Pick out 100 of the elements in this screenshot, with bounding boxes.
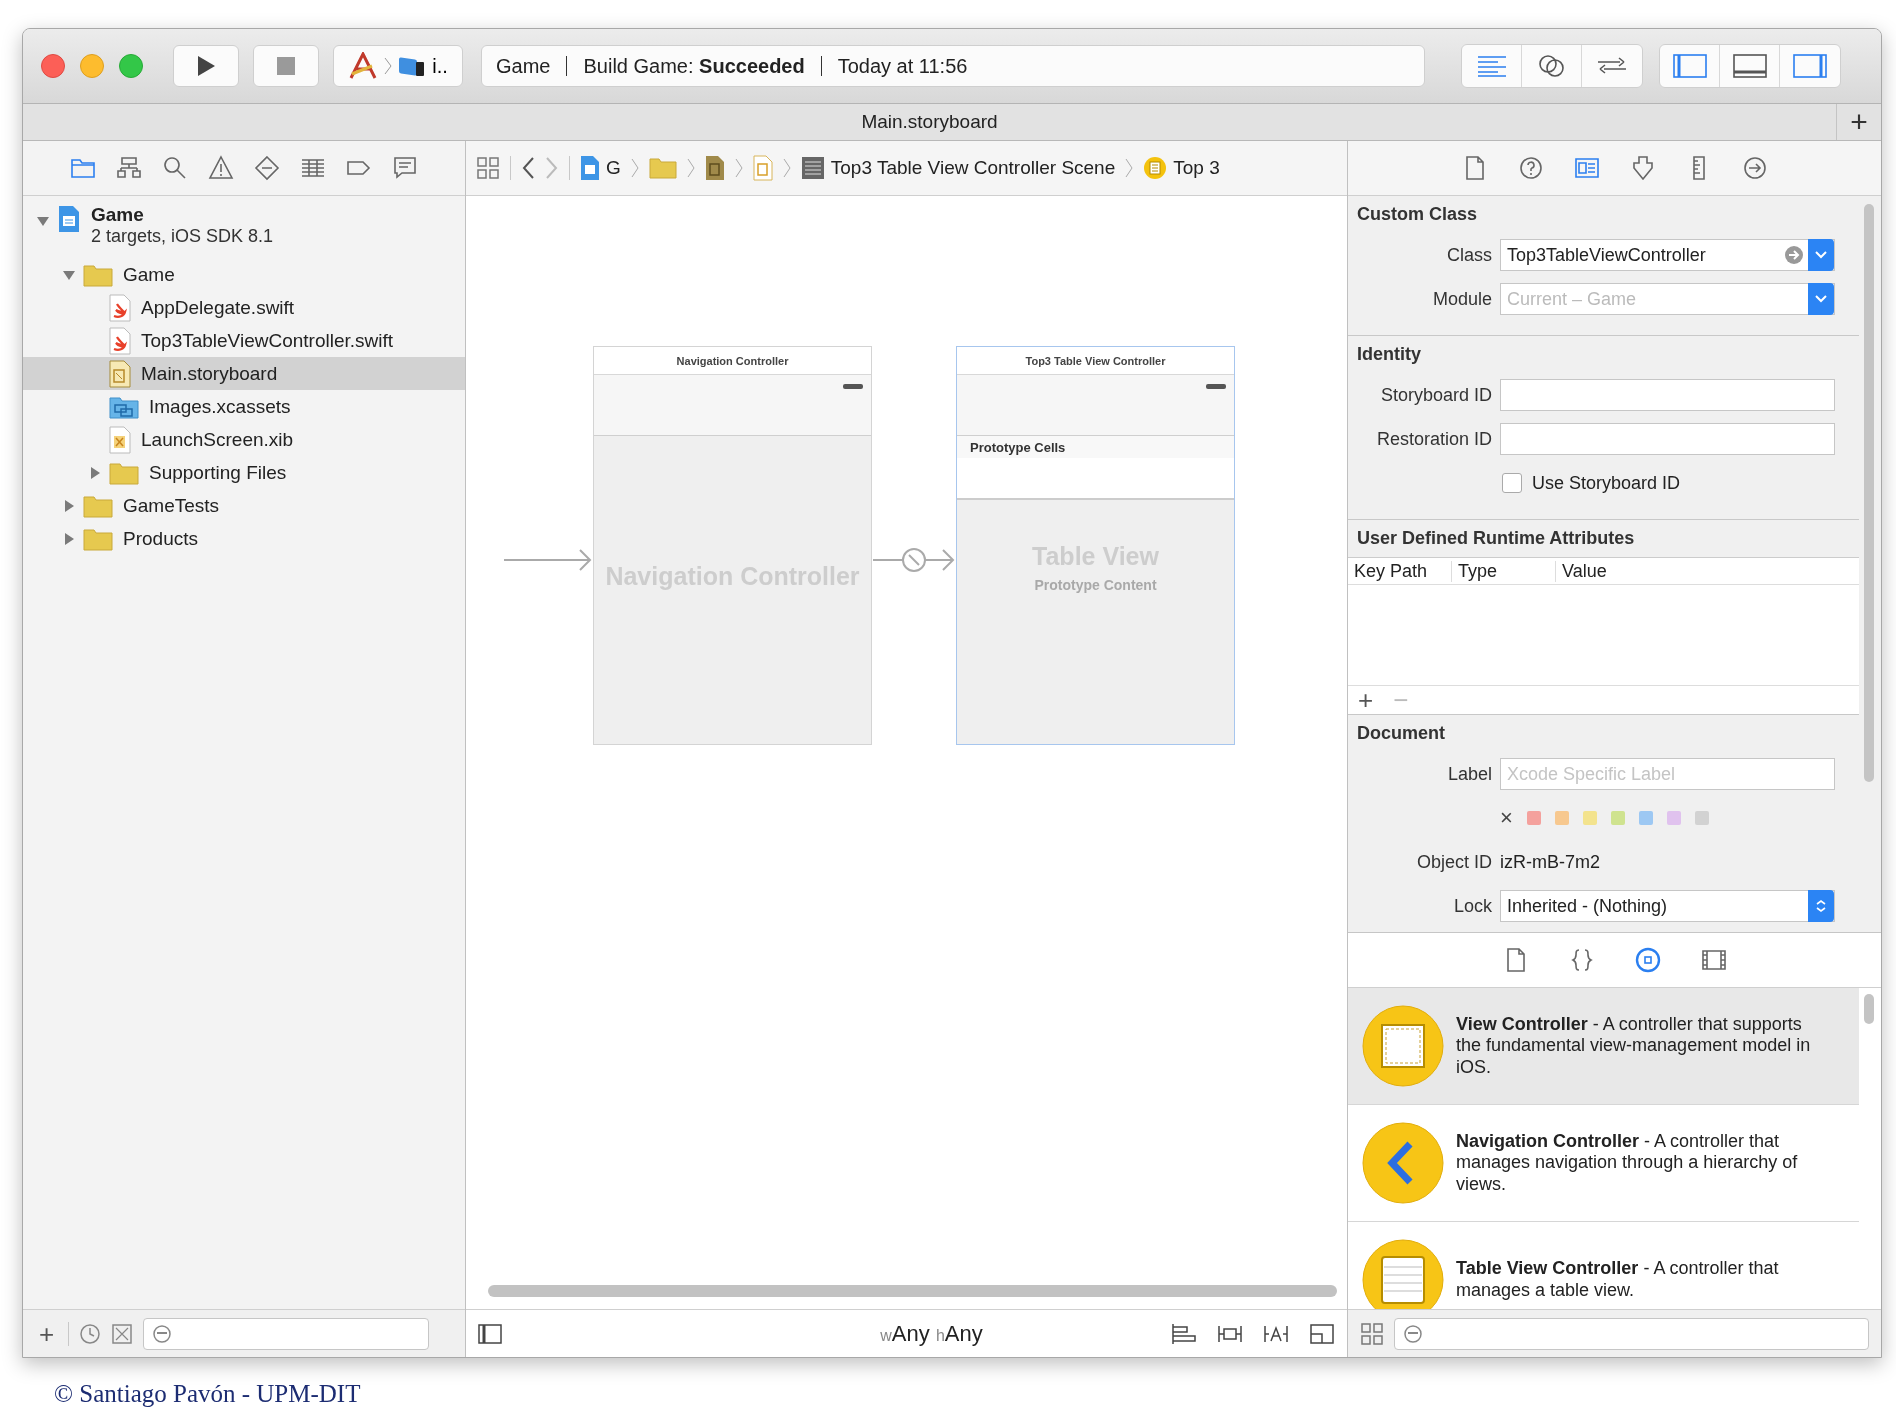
dropdown-button[interactable] (1808, 283, 1834, 315)
path-item[interactable] (704, 155, 725, 181)
field-label: Restoration ID (1375, 428, 1492, 450)
column-header[interactable]: Type (1452, 560, 1556, 582)
media-library-tab[interactable] (1700, 947, 1727, 973)
file-tree-item[interactable]: Game 2 targets, iOS SDK 8.1 (23, 200, 465, 258)
color-swatch[interactable] (1638, 811, 1653, 825)
filter-field[interactable] (143, 1317, 430, 1350)
folder-icon (83, 493, 113, 518)
file-tree-item[interactable]: Products (23, 522, 465, 555)
related-items-icon[interactable] (476, 156, 500, 180)
vertical-scrollbar[interactable] (1864, 204, 1874, 782)
path-separator-icon (630, 157, 639, 179)
horizontal-scrollbar[interactable] (488, 1285, 1337, 1297)
expand-triangle-icon[interactable] (62, 531, 76, 546)
connections-icon (1741, 155, 1768, 181)
file-tree-item[interactable]: Supporting Files (23, 456, 465, 489)
find-navigator-tab[interactable] (162, 155, 188, 181)
add-button[interactable]: + (35, 1320, 59, 1347)
zoom-button[interactable] (119, 54, 143, 78)
scheme-selector[interactable]: i.. (333, 45, 463, 87)
color-swatch[interactable] (1526, 811, 1541, 825)
symbol-navigator-tab[interactable] (116, 155, 142, 181)
color-swatch[interactable] (1582, 811, 1597, 825)
library-item[interactable]: View Controller - A controller that supports the fundamental view-management model in iOS. (1348, 988, 1859, 1105)
file-tree-item[interactable]: LaunchScreen.xib (23, 423, 465, 456)
class-combo-box[interactable]: Top3TableViewController (1500, 239, 1835, 271)
scene-subtitle: Prototype Content (1034, 576, 1157, 593)
run-button[interactable] (173, 45, 239, 87)
close-button[interactable] (41, 54, 65, 78)
issue-navigator-tab[interactable] (208, 155, 234, 181)
grid-view-icon[interactable] (1360, 1321, 1384, 1346)
identity-inspector-tab[interactable] (1573, 155, 1600, 181)
path-separator-icon (734, 157, 743, 179)
expand-triangle-icon[interactable] (88, 465, 102, 480)
clear-color-button[interactable]: × (1500, 807, 1513, 829)
column-header[interactable]: Value (1556, 560, 1859, 582)
file-tree-item[interactable]: Images.xcassets (23, 390, 465, 423)
size-class-control[interactable]: wAny hAny (880, 1320, 983, 1347)
storyboard-file-icon (752, 155, 773, 181)
label-field[interactable]: Xcode Specific Label (1500, 758, 1835, 790)
scene-icon (800, 156, 825, 180)
document-outline-toggle-icon[interactable] (478, 1323, 502, 1344)
path-item[interactable]: G (580, 155, 621, 181)
lock-popup[interactable]: Inherited - (Nothing) (1500, 890, 1835, 922)
vertical-scrollbar[interactable] (1864, 994, 1874, 1024)
help-inspector-tab[interactable] (1517, 155, 1544, 181)
stepper-button[interactable] (1808, 890, 1834, 922)
file-name: Top3TableViewController.swift (141, 329, 394, 352)
column-header[interactable]: Key Path (1348, 560, 1452, 582)
align-icon[interactable] (1171, 1322, 1197, 1345)
file-tree-item[interactable]: AppDelegate.swift (23, 291, 465, 324)
checkbox[interactable] (1502, 473, 1522, 493)
forward-icon[interactable] (545, 156, 559, 180)
color-swatch[interactable] (1610, 811, 1625, 825)
filter-box-icon[interactable] (111, 1322, 134, 1345)
object-library-tab[interactable] (1634, 947, 1661, 973)
resizing-icon[interactable] (1309, 1322, 1335, 1345)
build-time: Today at 11:56 (837, 54, 968, 78)
object-icon (1634, 947, 1661, 973)
add-button[interactable]: + (1354, 687, 1378, 713)
log-navigator-tab[interactable] (392, 155, 418, 181)
find-icon (162, 155, 188, 181)
restoration-id-field[interactable] (1500, 423, 1835, 455)
file-tree-item[interactable]: Main.storyboard (23, 357, 465, 390)
color-swatch[interactable] (1666, 811, 1681, 825)
minimize-button[interactable] (80, 54, 104, 78)
identity-icon (1573, 155, 1600, 181)
help-icon (1517, 155, 1544, 181)
connections-inspector-tab[interactable] (1741, 155, 1768, 181)
expand-triangle-icon[interactable] (62, 498, 76, 513)
stop-button[interactable] (253, 45, 319, 87)
file-name: AppDelegate.swift (141, 296, 295, 319)
color-swatch[interactable] (1554, 811, 1569, 825)
collapse-triangle-icon[interactable] (36, 214, 50, 228)
clock-icon[interactable] (79, 1322, 102, 1345)
filter-field[interactable] (1394, 1317, 1869, 1350)
file-name: Products (123, 527, 198, 550)
path-item[interactable]: Top 3 (1143, 156, 1220, 180)
lines-icon (1475, 54, 1508, 78)
scene-title: Navigation Controller (594, 347, 871, 375)
editor-tab[interactable]: Main.storyboard (23, 111, 1836, 133)
file-name: Game (91, 204, 145, 226)
color-swatch[interactable] (1694, 811, 1709, 825)
dropdown-button[interactable] (1808, 239, 1834, 271)
path-item[interactable]: Top3 Table View Controller Scene (800, 156, 1116, 180)
checkbox-label[interactable]: Use Storyboard ID (1532, 472, 1681, 494)
file-tree-item[interactable]: GameTests (23, 489, 465, 522)
file-tree-item[interactable]: Top3TableViewController.swift (23, 324, 465, 357)
test-navigator-tab[interactable] (254, 155, 280, 181)
file-tree-item[interactable]: Game (23, 258, 465, 291)
section-title: Identity (1356, 344, 1422, 366)
storyboard-id-field[interactable] (1500, 379, 1835, 411)
library-item[interactable]: Navigation Controller - A controller that manages navigation through a hierarchy of views. (1348, 1105, 1859, 1222)
add-tab-button[interactable]: + (1836, 104, 1881, 140)
stop-icon (276, 56, 296, 76)
project-file-icon (580, 155, 600, 181)
utilities-layout-icon (1793, 54, 1827, 78)
storyboard-file-icon (109, 359, 131, 388)
back-icon[interactable] (521, 156, 535, 180)
